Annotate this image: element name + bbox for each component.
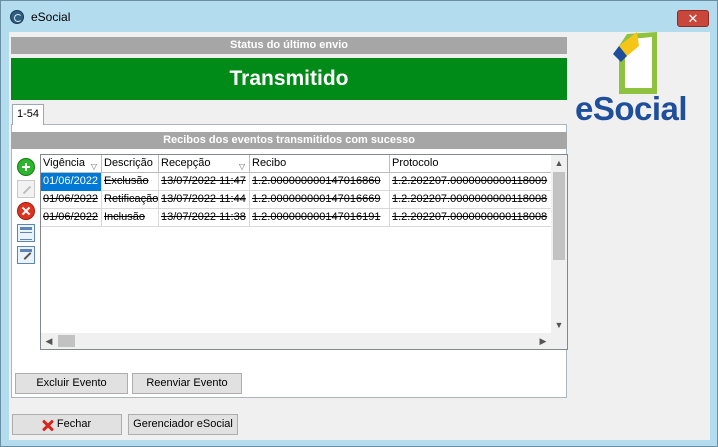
tab-1-54[interactable]: 1-54 [12,104,44,125]
status-header: Status do último envio [11,37,567,54]
close-dialog-button[interactable]: Fechar [12,414,122,435]
columns-icon[interactable] [17,224,35,242]
cell-recibo[interactable]: 1.2.0000000001470161​91 [250,209,390,227]
status-banner: Transmitido [11,58,567,100]
title-bar[interactable]: eSocial ✕ [1,1,717,33]
grid-header: Vigência ▽ Descrição Recepção ▽ Recibo P… [41,155,552,173]
vertical-scroll-thumb[interactable] [553,172,565,260]
table-row[interactable]: 01/06/2022 Retificação 13/07/2022 11:44 … [41,191,552,209]
column-header-vigencia[interactable]: Vigência ▽ [41,155,102,173]
scrollbar-corner [551,333,567,349]
edit-icon[interactable] [17,180,35,198]
close-icon: ✕ [687,11,699,26]
column-header-descricao[interactable]: Descrição [102,155,159,173]
filter-icon[interactable]: ▽ [91,158,97,173]
column-header-recepcao[interactable]: Recepção ▽ [159,155,250,173]
form-icon[interactable] [17,246,35,264]
cell-protocolo[interactable]: 1.2.202207.0000000000118009 [390,173,552,191]
window-title: eSocial [31,10,71,24]
filter-icon[interactable]: ▽ [239,158,245,173]
table-row[interactable]: 01/06/2022 Inclusão 13/07/2022 11:38 1.2… [41,209,552,227]
cell-vigencia[interactable]: 01/06/2022 [41,173,102,191]
window-content: Status do último envio Transmitido eSoci… [9,32,710,440]
receipts-grid[interactable]: Vigência ▽ Descrição Recepção ▽ Recibo P… [40,154,568,350]
scroll-left-icon[interactable]: ◀ [41,333,57,349]
cell-protocolo[interactable]: 1.2.202207.0000000000118008 [390,209,552,227]
column-header-recibo[interactable]: Recibo [250,155,390,173]
delete-event-button[interactable]: Excluir Evento [15,373,128,394]
receipts-header: Recibos dos eventos transmitidos com suc… [11,132,567,149]
esocial-manager-button[interactable]: Gerenciador eSocial [128,414,238,435]
cell-vigencia[interactable]: 01/06/2022 [41,209,102,227]
cell-recibo[interactable]: 1.2.0000000001470166​69 [250,191,390,209]
scroll-down-icon[interactable]: ▼ [551,317,567,333]
column-label: Protocolo [392,157,439,169]
cell-recepcao[interactable]: 13/07/2022 11:38 [159,209,250,227]
cell-protocolo[interactable]: 1.2.202207.0000000000118008 [390,191,552,209]
vertical-scrollbar[interactable]: ▲ ▼ [551,155,567,333]
table-row[interactable]: 01/06/2022 Exclusão 13/07/2022 11:47 1.2… [41,173,552,191]
cell-descricao[interactable]: Exclusão [102,173,159,191]
scroll-right-icon[interactable]: ▶ [535,333,551,349]
horizontal-scrollbar[interactable]: ◀ ▶ [41,333,551,349]
close-button[interactable]: ✕ [677,10,709,27]
cell-recepcao[interactable]: 13/07/2022 11:44 [159,191,250,209]
horizontal-scroll-thumb[interactable] [58,335,75,347]
close-dialog-label: Fechar [56,418,92,430]
scroll-up-icon[interactable]: ▲ [551,155,567,171]
column-label: Recibo [252,157,287,169]
resend-event-button[interactable]: Reenviar Evento [132,373,242,394]
red-x-icon [41,418,55,432]
column-label: Vigência [43,157,85,169]
cell-recepcao[interactable]: 13/07/2022 11:47 [159,173,250,191]
esocial-window: eSocial ✕ Status do último envio Transmi… [0,0,718,447]
cell-descricao[interactable]: Retificação [102,191,159,209]
app-icon [10,10,24,24]
cell-recibo[interactable]: 1.2.0000000001470168​60 [250,173,390,191]
column-label: Recepção [161,157,211,169]
add-icon[interactable] [17,158,35,176]
cell-vigencia[interactable]: 01/06/2022 [41,191,102,209]
column-header-protocolo[interactable]: Protocolo [390,155,552,173]
column-label: Descrição [104,157,153,169]
grid-toolbar [17,158,37,268]
logo-text: eSocial [575,90,688,127]
grid-body: 01/06/2022 Exclusão 13/07/2022 11:47 1.2… [41,173,552,227]
cell-descricao[interactable]: Inclusão [102,209,159,227]
delete-icon[interactable] [17,202,35,220]
